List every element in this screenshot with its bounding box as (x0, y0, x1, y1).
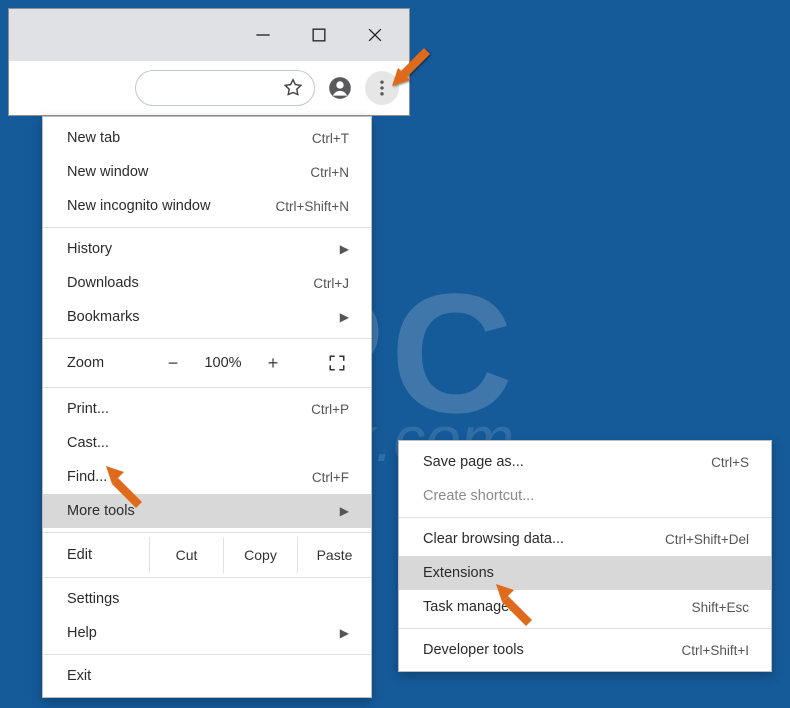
menu-label: Task manager (423, 599, 514, 615)
cut-button[interactable]: Cut (149, 537, 223, 573)
chevron-right-icon: ▶ (340, 504, 349, 518)
chrome-main-menu: New tab Ctrl+T New window Ctrl+N New inc… (42, 116, 372, 698)
menu-label: Developer tools (423, 642, 524, 658)
menu-shortcut: Ctrl+S (711, 455, 749, 470)
paste-button[interactable]: Paste (297, 537, 371, 573)
minimize-icon (253, 25, 273, 45)
submenu-create-shortcut[interactable]: Create shortcut... (399, 479, 771, 513)
zoom-value: 100% (195, 355, 251, 371)
menu-label: Bookmarks (67, 309, 140, 325)
window-maximize-button[interactable] (303, 19, 335, 51)
maximize-icon (309, 25, 329, 45)
menu-label: Save page as... (423, 454, 524, 470)
menu-new-window[interactable]: New window Ctrl+N (43, 155, 371, 189)
fullscreen-icon (328, 354, 346, 372)
chevron-right-icon: ▶ (340, 626, 349, 640)
chrome-menu-button[interactable] (365, 71, 399, 105)
chrome-window (8, 8, 410, 116)
menu-separator (399, 517, 771, 518)
close-icon (365, 25, 385, 45)
menu-edit-row: Edit Cut Copy Paste (43, 537, 371, 573)
menu-shortcut: Ctrl+T (312, 131, 349, 146)
menu-settings[interactable]: Settings (43, 582, 371, 616)
menu-label: Cast... (67, 435, 109, 451)
menu-shortcut: Ctrl+J (313, 276, 349, 291)
menu-label: Clear browsing data... (423, 531, 564, 547)
zoom-out-button[interactable]: − (151, 348, 195, 378)
menu-label: History (67, 241, 112, 257)
menu-label: Create shortcut... (423, 488, 534, 504)
submenu-clear-browsing-data[interactable]: Clear browsing data... Ctrl+Shift+Del (399, 522, 771, 556)
menu-separator (43, 338, 371, 339)
menu-print[interactable]: Print... Ctrl+P (43, 392, 371, 426)
submenu-developer-tools[interactable]: Developer tools Ctrl+Shift+I (399, 633, 771, 667)
menu-label: Downloads (67, 275, 139, 291)
menu-separator (399, 628, 771, 629)
menu-separator (43, 387, 371, 388)
copy-button[interactable]: Copy (223, 537, 297, 573)
menu-label: New tab (67, 130, 120, 146)
menu-help[interactable]: Help ▶ (43, 616, 371, 650)
zoom-label: Zoom (67, 355, 151, 371)
menu-more-tools[interactable]: More tools ▶ (43, 494, 371, 528)
profile-button[interactable] (323, 71, 357, 105)
menu-label: Exit (67, 668, 91, 684)
star-icon[interactable] (282, 77, 304, 99)
menu-label: Settings (67, 591, 119, 607)
kebab-icon (372, 78, 392, 98)
window-close-button[interactable] (359, 19, 391, 51)
more-tools-submenu: Save page as... Ctrl+S Create shortcut..… (398, 440, 772, 672)
menu-label: Extensions (423, 565, 494, 581)
menu-zoom-row: Zoom − 100% + (43, 343, 371, 383)
menu-downloads[interactable]: Downloads Ctrl+J (43, 266, 371, 300)
menu-shortcut: Ctrl+F (312, 470, 349, 485)
omnibox[interactable] (135, 70, 315, 106)
menu-label: Find... (67, 469, 107, 485)
chrome-toolbar (9, 61, 409, 115)
menu-separator (43, 227, 371, 228)
menu-new-incognito[interactable]: New incognito window Ctrl+Shift+N (43, 189, 371, 223)
menu-new-tab[interactable]: New tab Ctrl+T (43, 121, 371, 155)
menu-label: More tools (67, 503, 135, 519)
window-titlebar (9, 9, 409, 61)
menu-shortcut: Ctrl+N (310, 165, 349, 180)
zoom-in-button[interactable]: + (251, 348, 295, 378)
menu-cast[interactable]: Cast... (43, 426, 371, 460)
menu-separator (43, 532, 371, 533)
menu-label: Print... (67, 401, 109, 417)
menu-shortcut: Ctrl+Shift+N (275, 199, 349, 214)
menu-shortcut: Ctrl+Shift+Del (665, 532, 749, 547)
menu-exit[interactable]: Exit (43, 659, 371, 693)
chevron-right-icon: ▶ (340, 242, 349, 256)
menu-separator (43, 654, 371, 655)
chevron-right-icon: ▶ (340, 310, 349, 324)
submenu-extensions[interactable]: Extensions (399, 556, 771, 590)
fullscreen-button[interactable] (317, 348, 357, 378)
menu-shortcut: Shift+Esc (692, 600, 749, 615)
submenu-task-manager[interactable]: Task manager Shift+Esc (399, 590, 771, 624)
menu-label: Help (67, 625, 97, 641)
menu-label: New incognito window (67, 198, 210, 214)
edit-label: Edit (67, 547, 149, 563)
menu-shortcut: Ctrl+P (311, 402, 349, 417)
menu-bookmarks[interactable]: Bookmarks ▶ (43, 300, 371, 334)
menu-find[interactable]: Find... Ctrl+F (43, 460, 371, 494)
menu-separator (43, 577, 371, 578)
window-minimize-button[interactable] (247, 19, 279, 51)
menu-history[interactable]: History ▶ (43, 232, 371, 266)
menu-shortcut: Ctrl+Shift+I (681, 643, 749, 658)
submenu-save-page[interactable]: Save page as... Ctrl+S (399, 445, 771, 479)
profile-icon (327, 75, 353, 101)
menu-label: New window (67, 164, 148, 180)
